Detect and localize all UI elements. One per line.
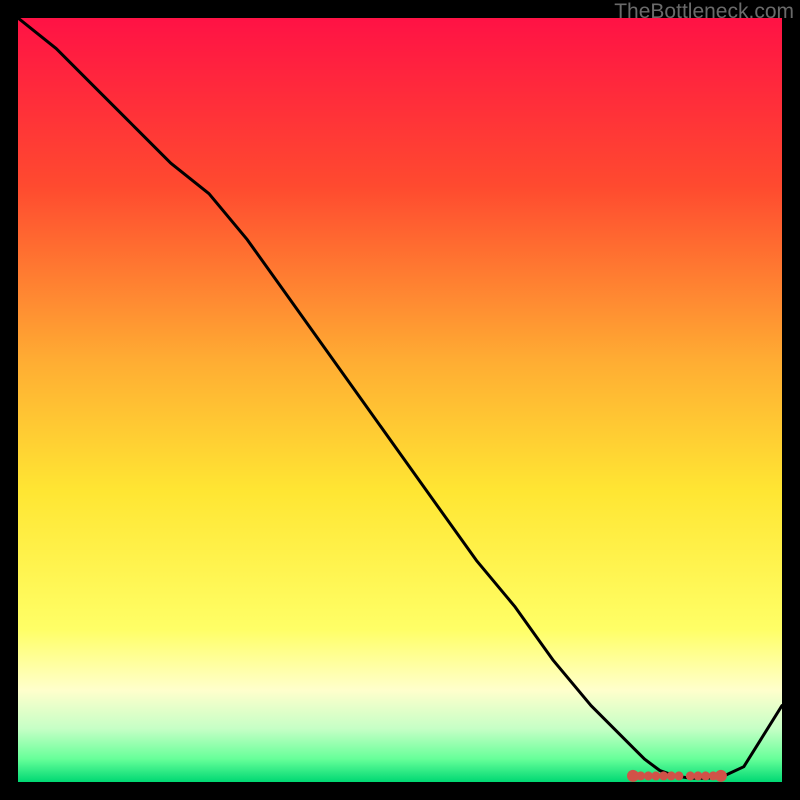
chart-svg [18, 18, 782, 782]
curve-marker [667, 771, 676, 780]
plot-area [18, 18, 782, 782]
curve-marker [651, 771, 660, 780]
gradient-backdrop [18, 18, 782, 782]
curve-marker [686, 771, 695, 780]
curve-marker [715, 770, 727, 782]
curve-marker [674, 771, 683, 780]
attribution-label: TheBottleneck.com [614, 0, 794, 24]
chart-stage: TheBottleneck.com [0, 0, 800, 800]
